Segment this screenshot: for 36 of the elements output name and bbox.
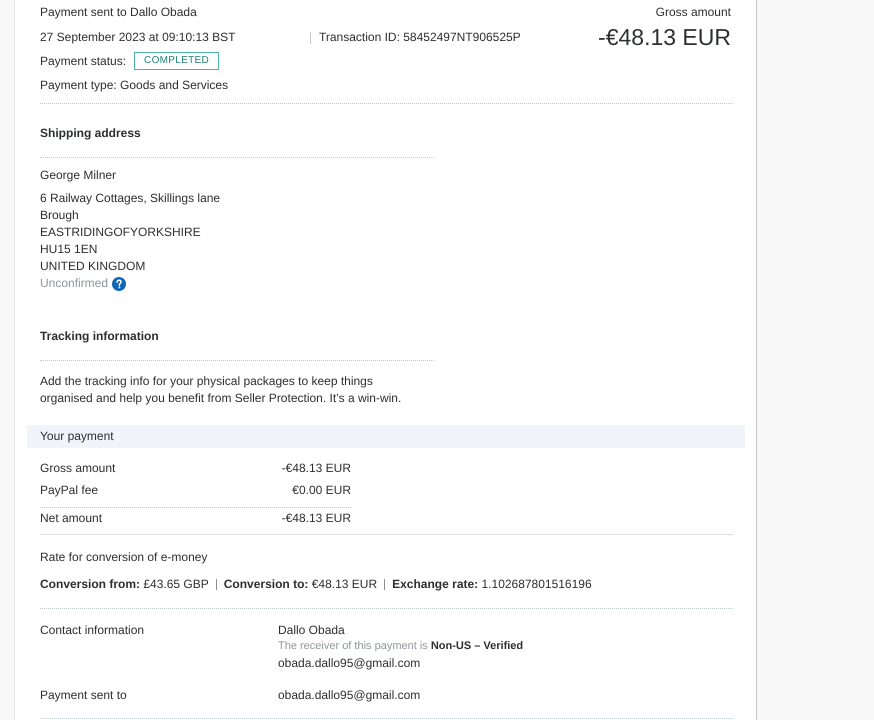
gross-amount-value: -€48.13 EUR [598, 23, 731, 52]
conversion-heading: Rate for conversion of e-money [40, 549, 208, 566]
amount-value: -€48.13 EUR [282, 460, 351, 477]
contact-name: Dallo Obada [278, 622, 346, 639]
section-header: Your payment [27, 425, 745, 448]
confirmation-status: Unconfirmed [40, 275, 108, 292]
conversion-detail: Conversion from: £43.65 GBP [40, 576, 209, 593]
address-line: UNITED KINGDOM [40, 258, 146, 275]
amount-value: €0.00 EUR [292, 482, 351, 499]
help-icon[interactable] [112, 276, 126, 290]
conversion-detail: Conversion to: €48.13 EUR [224, 576, 378, 593]
section-heading: Tracking information [40, 328, 160, 345]
contact-label: Payment sent to [40, 687, 128, 704]
address-line: HU15 1EN [40, 241, 98, 258]
payment-type: Payment type: Goods and Services [40, 77, 230, 94]
receiver-status-note: The receiver of this payment is Non-US – Verified [278, 639, 524, 654]
transaction-id: Transaction ID: 58452497NT906525P [319, 29, 521, 46]
gross-amount-label: Gross amount [656, 4, 731, 21]
recipient-email: obada.dallo95@gmail.com [278, 687, 420, 704]
amount-label: Net amount [40, 510, 102, 527]
address-line: Brough [40, 207, 80, 224]
payment-title: Payment sent to Dallo Obada [40, 4, 198, 21]
tracking-description: Add the tracking info for your physical packages to keep things organised and help you benefit from Seller Protection. It’s a win-win. [40, 373, 402, 407]
amount-label: PayPal fee [40, 482, 98, 499]
status-label: Payment status: [40, 52, 126, 70]
contact-label: Contact information [40, 622, 146, 639]
contact-email: obada.dallo95@gmail.com [278, 655, 422, 672]
conversion-detail: Exchange rate: 1.102687801516196 [392, 576, 592, 593]
recipient-name: George Milner [40, 167, 118, 184]
payment-date: 27 September 2023 at 09:10:13 BST [40, 29, 236, 46]
address-line: EASTRIDINGOFYORKSHIRE [40, 224, 202, 241]
status-badge: COMPLETED [134, 52, 219, 70]
section-heading: Shipping address [40, 125, 142, 142]
address-line: 6 Railway Cottages, Skillings lane [40, 190, 222, 207]
amount-value: -€48.13 EUR [282, 510, 351, 527]
amount-label: Gross amount [40, 460, 116, 477]
